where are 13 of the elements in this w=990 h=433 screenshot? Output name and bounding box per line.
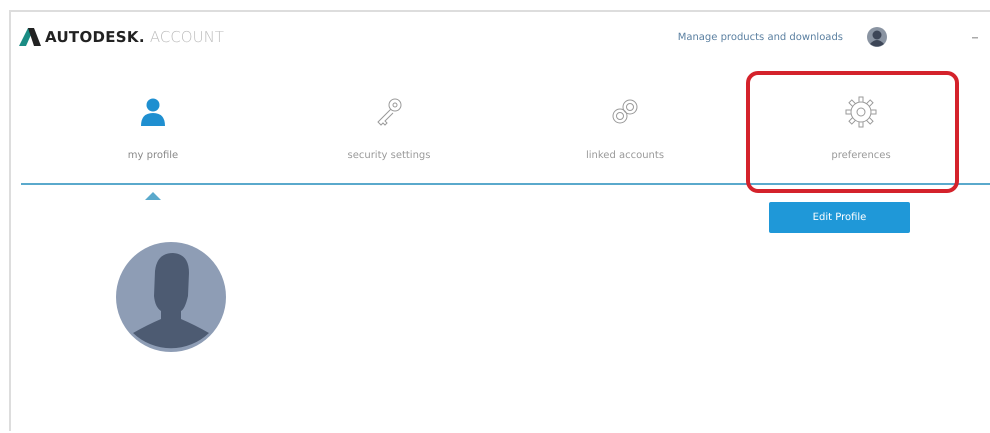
edit-profile-button[interactable]: Edit Profile bbox=[769, 202, 910, 233]
tab[interactable]: linked accounts bbox=[507, 76, 743, 168]
settings-icon bbox=[845, 96, 877, 128]
avatar-icon[interactable] bbox=[867, 27, 887, 47]
brand-name: AUTODESK. bbox=[45, 26, 145, 48]
tab[interactable]: security settings bbox=[271, 76, 507, 168]
logo-icon bbox=[19, 28, 41, 46]
selected-pointer-icon bbox=[145, 192, 161, 200]
product-name: ACCOUNT bbox=[150, 26, 224, 48]
manage-products-link[interactable]: Manage products and downloads bbox=[678, 30, 843, 44]
tab[interactable]: preferences bbox=[743, 76, 979, 168]
tab[interactable]: my profile bbox=[35, 76, 271, 168]
profile-avatar-icon bbox=[115, 241, 227, 353]
